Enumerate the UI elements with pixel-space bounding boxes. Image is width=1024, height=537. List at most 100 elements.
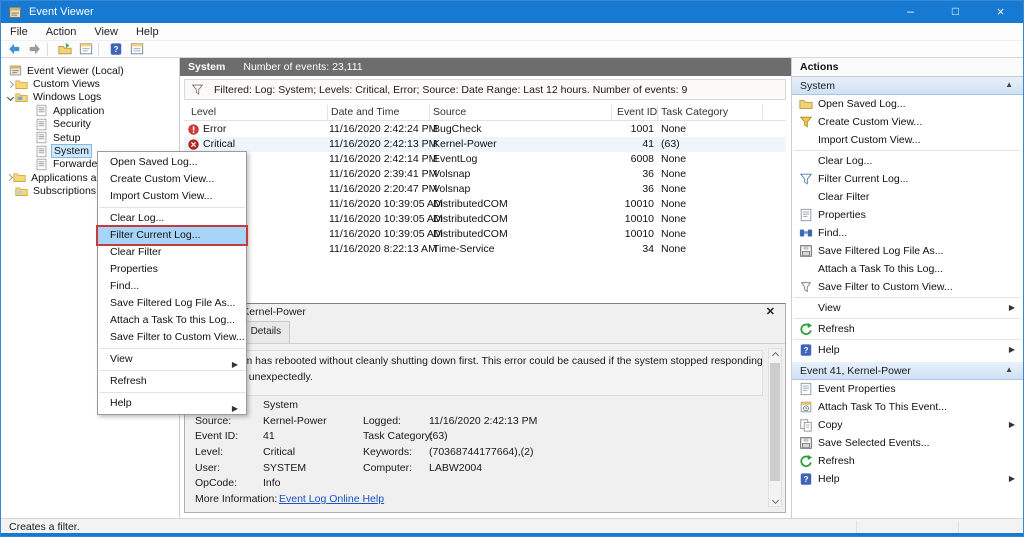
ctx-clear-log[interactable]: Clear Log... [98, 210, 246, 227]
action-save-filter-custom-view[interactable]: Save Filter to Custom View... [792, 278, 1023, 296]
action-refresh[interactable]: Refresh [792, 320, 1023, 338]
preview-header: Event 41, Kernel-Power ✕ [185, 304, 785, 321]
results-pane: System Number of events: 23,111 Filtered… [180, 58, 792, 518]
table-row[interactable]: 11/16/2020 10:39:05 AMDistributedCOM1001… [184, 212, 786, 227]
table-row[interactable]: 11/16/2020 2:42:14 PMEventLog6008None [184, 152, 786, 167]
ctx-import-custom-view[interactable]: Import Custom View... [98, 188, 246, 205]
ctx-clear-filter[interactable]: Clear Filter [98, 244, 246, 261]
tree-label: Subscriptions [31, 185, 98, 197]
log-icon [35, 131, 48, 144]
action-copy[interactable]: Copy▶ [792, 416, 1023, 434]
ctx-find[interactable]: Find... [98, 278, 246, 295]
tree-item-event-viewer-local[interactable]: Event Viewer (Local) [1, 64, 179, 77]
back-icon[interactable] [6, 42, 22, 56]
col-datetime[interactable]: Date and Time [331, 106, 399, 118]
ctx-help[interactable]: Help▶ [98, 395, 246, 412]
event-log-online-help-link[interactable]: Event Log Online Help [279, 493, 384, 505]
folder-icon [15, 78, 28, 91]
action-create-custom-view[interactable]: Create Custom View... [792, 113, 1023, 131]
forward-icon[interactable] [27, 42, 43, 56]
scroll-thumb[interactable] [770, 363, 780, 481]
menu-file[interactable]: File [1, 26, 37, 38]
actions-section-event41[interactable]: Event 41, Kernel-Power ▲ [792, 362, 1023, 380]
action-filter-current-log[interactable]: Filter Current Log... [792, 170, 1023, 188]
critical-icon [188, 139, 199, 150]
table-row-selected[interactable]: Critical11/16/2020 2:42:13 PMKernel-Powe… [184, 137, 786, 152]
folder-icon [15, 91, 28, 104]
chevron-down-icon[interactable] [5, 92, 15, 102]
tree-item-custom-views[interactable]: Custom Views [1, 77, 179, 90]
ctx-properties[interactable]: Properties [98, 261, 246, 278]
action-properties[interactable]: Properties [792, 206, 1023, 224]
console-properties-icon[interactable] [129, 42, 145, 56]
collapse-icon[interactable]: ▲ [1005, 365, 1013, 374]
action-help[interactable]: ? Help▶ [792, 341, 1023, 359]
action-help-event[interactable]: ? Help▶ [792, 470, 1023, 488]
export-log-icon[interactable] [57, 42, 73, 56]
col-eventid[interactable]: Event ID [617, 106, 657, 118]
actions-separator [794, 339, 1021, 340]
menu-view[interactable]: View [85, 26, 127, 38]
menu-help[interactable]: Help [127, 26, 168, 38]
table-row[interactable]: 11/16/2020 2:20:47 PMVolsnap36None [184, 182, 786, 197]
table-row[interactable]: 11/16/2020 10:39:05 AMDistributedCOM1001… [184, 197, 786, 212]
actions-section-system[interactable]: System ▲ [792, 77, 1023, 95]
action-event-properties[interactable]: Event Properties [792, 380, 1023, 398]
properties-icon [799, 208, 813, 222]
action-refresh-event[interactable]: Refresh [792, 452, 1023, 470]
console-window-icon[interactable] [78, 42, 94, 56]
action-clear-log[interactable]: Clear Log... [792, 152, 1023, 170]
minimize-button[interactable]: – [888, 1, 933, 23]
col-source[interactable]: Source [433, 106, 466, 118]
close-button[interactable]: × [978, 1, 1023, 23]
table-row[interactable]: Error11/16/2020 2:42:24 PMBugCheck1001No… [184, 122, 786, 137]
table-row[interactable]: 11/16/2020 2:39:41 PMVolsnap36None [184, 167, 786, 182]
ctx-open-saved-log[interactable]: Open Saved Log... [98, 154, 246, 171]
action-attach-task-log[interactable]: Attach a Task To this Log... [792, 260, 1023, 278]
preview-close-icon[interactable]: ✕ [766, 305, 775, 318]
tree-item-application[interactable]: Application [1, 104, 179, 117]
col-taskcategory[interactable]: Task Category [661, 106, 728, 118]
status-text: Creates a filter. [9, 521, 80, 533]
tree-item-windows-logs[interactable]: Windows Logs [1, 91, 179, 104]
ctx-save-filter-custom-view[interactable]: Save Filter to Custom View... [98, 329, 246, 346]
actions-pane: Actions System ▲ Open Saved Log... Creat… [792, 58, 1023, 518]
refresh-icon [799, 322, 813, 336]
collapse-icon[interactable]: ▲ [1005, 80, 1013, 89]
table-row[interactable]: 11/16/2020 8:22:13 AMTime-Service34None [184, 242, 786, 257]
chevron-right-icon[interactable] [5, 173, 13, 183]
more-information-label: More Information: [195, 493, 277, 505]
table-row[interactable]: 11/16/2020 10:39:05 AMDistributedCOM1001… [184, 227, 786, 242]
ctx-create-custom-view[interactable]: Create Custom View... [98, 171, 246, 188]
tree-label: Security [51, 118, 93, 130]
action-clear-filter[interactable]: Clear Filter [792, 188, 1023, 206]
action-find[interactable]: Find... [792, 224, 1023, 242]
field-label: Keywords: [363, 446, 412, 458]
preview-scrollbar[interactable] [768, 348, 782, 507]
ctx-attach-task[interactable]: Attach a Task To this Log... [98, 312, 246, 329]
action-save-filtered-log[interactable]: Save Filtered Log File As... [792, 242, 1023, 260]
scroll-down-icon[interactable] [769, 494, 781, 506]
ctx-save-filtered-log[interactable]: Save Filtered Log File As... [98, 295, 246, 312]
ctx-filter-current-log[interactable]: Filter Current Log... [98, 227, 246, 244]
ctx-refresh[interactable]: Refresh [98, 373, 246, 390]
log-icon [35, 158, 48, 171]
action-attach-task-event[interactable]: Attach Task To This Event... [792, 398, 1023, 416]
tab-details[interactable]: Details [242, 321, 291, 343]
filter-notice-bar[interactable]: Filtered: Log: System; Levels: Critical,… [184, 79, 786, 100]
action-view[interactable]: View▶ [792, 299, 1023, 317]
action-import-custom-view[interactable]: Import Custom View... [792, 131, 1023, 149]
open-folder-icon [799, 97, 813, 111]
action-open-saved-log[interactable]: Open Saved Log... [792, 95, 1023, 113]
action-save-selected-events[interactable]: Save Selected Events... [792, 434, 1023, 452]
ctx-view[interactable]: View▶ [98, 351, 246, 368]
chevron-right-icon[interactable] [5, 79, 15, 89]
maximize-button[interactable]: □ [933, 1, 978, 23]
scroll-up-icon[interactable] [769, 349, 781, 361]
col-level[interactable]: Level [191, 106, 216, 118]
context-menu: Open Saved Log... Create Custom View... … [97, 151, 247, 415]
tree-item-security[interactable]: Security [1, 118, 179, 131]
tree-item-setup[interactable]: Setup [1, 131, 179, 144]
help-icon[interactable]: ? [108, 42, 124, 56]
menu-action[interactable]: Action [37, 26, 86, 38]
